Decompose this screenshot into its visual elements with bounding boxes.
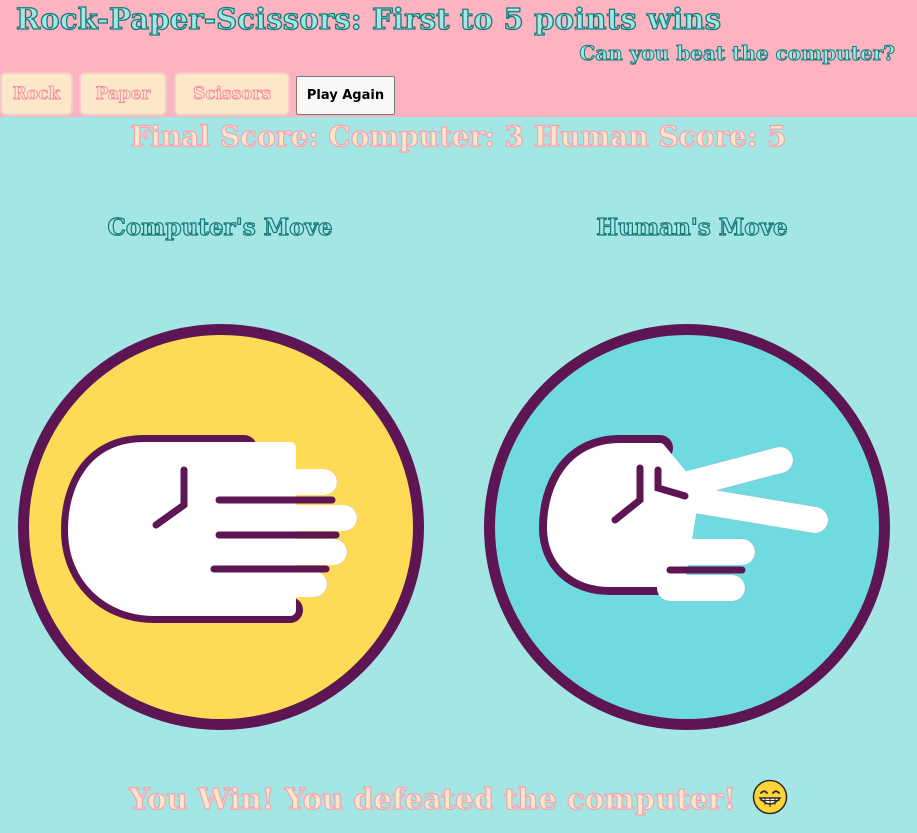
scissors-hand-icon <box>484 324 890 730</box>
result-message: You Win! You defeated the computer! <box>0 779 917 819</box>
result-text: You Win! You defeated the computer! <box>128 781 736 816</box>
final-score: Final Score: Computer: 3 Human Score: 5 <box>130 119 787 153</box>
paper-button[interactable]: Paper <box>79 72 167 116</box>
header-bar: Rock-Paper-Scissors: First to 5 points w… <box>0 0 917 117</box>
human-move-heading: Human's Move <box>596 213 788 241</box>
computer-move-heading: Computer's Move <box>107 213 333 241</box>
scissors-button[interactable]: Scissors <box>174 72 290 116</box>
grinning-face-icon <box>752 779 788 815</box>
rock-button[interactable]: Rock <box>0 72 73 116</box>
page-subtitle: Can you beat the computer? <box>579 41 896 66</box>
play-again-button[interactable]: Play Again <box>296 76 395 115</box>
page-title: Rock-Paper-Scissors: First to 5 points w… <box>15 1 722 36</box>
paper-hand-icon <box>18 324 424 730</box>
